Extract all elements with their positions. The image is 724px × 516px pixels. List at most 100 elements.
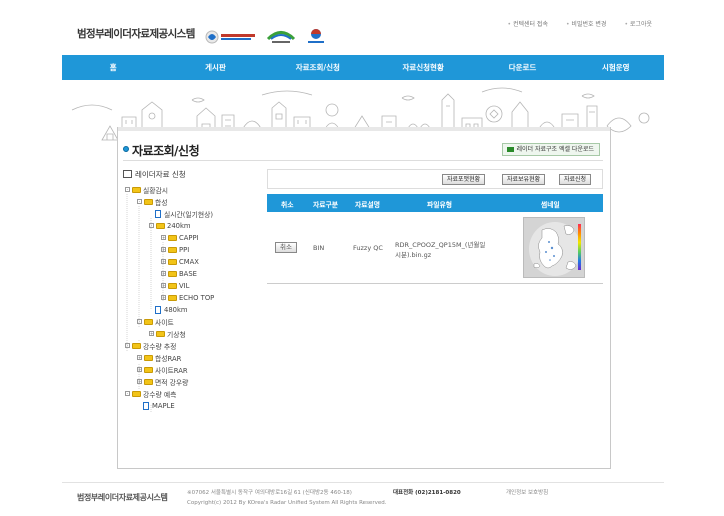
nav-item-download[interactable]: 다운로드	[477, 62, 567, 73]
tree-node-area-rainfall[interactable]: + 면적 강우량	[137, 377, 189, 387]
tree-node-cmax[interactable]: + CMAX	[161, 257, 199, 266]
folder-icon	[144, 354, 153, 361]
agency-logo-3-icon	[308, 29, 324, 43]
tree-node-echo-top[interactable]: + ECHO TOP	[161, 293, 214, 302]
korea-map-thumbnail-image	[529, 222, 581, 276]
tree-expand-icon[interactable]: +	[161, 295, 166, 300]
tree-expand-icon[interactable]: +	[149, 331, 154, 336]
tree-expand-icon[interactable]: +	[161, 235, 166, 240]
color-scale-bar	[578, 224, 581, 270]
page-title: 자료조회/신청	[132, 144, 200, 158]
struct-excel-download-button[interactable]: 레이더 자료구조 엑셀 다운로드	[501, 143, 600, 156]
tree-expand-icon[interactable]: +	[161, 271, 166, 276]
util-link-contact[interactable]: 컨텍센터 접속	[507, 19, 548, 28]
agency-logo-2[interactable]	[266, 28, 296, 46]
footer-site-title: 범정부레이더자료제공시스템	[77, 493, 168, 502]
tree-node-label: 실황감시	[143, 186, 169, 195]
tree-node-base[interactable]: + BASE	[161, 269, 197, 278]
util-link-logout[interactable]: 로그아웃	[624, 19, 652, 28]
data-request-button[interactable]: 자료신청	[559, 174, 592, 185]
tree-node-label: 480km	[164, 305, 188, 314]
tree-node-label: BASE	[179, 269, 197, 278]
tree-heading: 레이더자료 신청	[123, 169, 186, 180]
folder-icon	[144, 198, 153, 205]
tree-expand-icon[interactable]: +	[137, 379, 142, 384]
holding-status-button[interactable]: 자료보유현황	[502, 174, 546, 185]
tree-node-label: 합성RAR	[155, 354, 182, 363]
tree-expand-icon[interactable]: +	[161, 247, 166, 252]
table-row: 취소 BIN Fuzzy QC RDR_CPOOZ_QP15M_(년월일 시분)…	[267, 212, 603, 284]
tree-node-cappi[interactable]: + CAPPI	[161, 233, 199, 242]
footer-copyright: Copyright(c) 2012 By KOrea's Radar Unifi…	[187, 500, 387, 506]
tree-expand-icon[interactable]: -	[149, 223, 154, 228]
site-title[interactable]: 범정부레이더자료제공시스템	[77, 26, 195, 41]
folder-icon	[168, 234, 177, 241]
folder-icon	[168, 282, 177, 289]
folder-icon	[132, 186, 141, 193]
tree-node-kma[interactable]: + 기상청	[149, 329, 186, 339]
tree-expand-icon[interactable]: +	[137, 355, 142, 360]
cell-desc: Fuzzy QC	[353, 244, 383, 252]
tree-node-label: 강수량 추정	[143, 342, 177, 351]
document-icon	[155, 209, 161, 218]
nav-item-test-operation[interactable]: 시험운영	[568, 62, 664, 73]
document-icon	[155, 305, 161, 314]
tree-node-site-rar[interactable]: + 사이트RAR	[137, 365, 188, 375]
tree-node-240km[interactable]: - 240km	[149, 221, 191, 230]
tree-node-ppi[interactable]: + PPI	[161, 245, 189, 254]
excel-icon	[506, 147, 514, 152]
tree-node-realtime[interactable]: 실시간(일기현상)	[155, 209, 213, 219]
title-divider	[123, 160, 603, 161]
tree-node-live-monitoring[interactable]: - 실황감시	[125, 185, 169, 195]
cell-filetype-line1: RDR_CPOOZ_QP15M_(년월일	[395, 241, 486, 249]
tree-node-480km[interactable]: 480km	[155, 305, 188, 314]
agency-logo-3[interactable]	[305, 28, 327, 46]
cancel-button[interactable]: 취소	[275, 242, 297, 253]
tree-node-label: VIL	[179, 281, 190, 290]
tree-expand-icon[interactable]: -	[125, 187, 130, 192]
col-header-cancel: 취소	[281, 201, 294, 209]
tree-node-label: CAPPI	[179, 233, 199, 242]
folder-icon	[132, 342, 141, 349]
tree-node-precip-forecast[interactable]: - 강수량 예측	[125, 389, 177, 399]
agency-logo-2-icon	[266, 31, 296, 43]
tree-expand-icon[interactable]: -	[125, 391, 130, 396]
nav-item-request-status[interactable]: 자료신청현황	[369, 62, 477, 73]
utility-links: 컨텍센터 접속 비밀번호 변경 로그아웃	[507, 19, 652, 28]
tree-expand-icon[interactable]: +	[161, 259, 166, 264]
nav-item-board[interactable]: 게시판	[164, 62, 266, 73]
tree-node-composite[interactable]: - 합성	[137, 197, 168, 207]
nav-item-data-request[interactable]: 자료조회/신청	[267, 62, 369, 73]
col-header-thumbnail: 썸네일	[541, 201, 560, 209]
format-status-button[interactable]: 자료포맷현황	[442, 174, 486, 185]
cell-kind: BIN	[313, 244, 325, 252]
util-link-password[interactable]: 비밀번호 변경	[566, 19, 606, 28]
tree-node-label: 면적 강우량	[155, 378, 189, 387]
agency-logo-1[interactable]	[205, 28, 257, 46]
tree-node-label: ECHO TOP	[179, 293, 215, 302]
nav-item-home[interactable]: 홈	[62, 62, 164, 73]
tree-expand-icon[interactable]: +	[137, 367, 142, 372]
tree-node-site[interactable]: - 사이트	[137, 317, 174, 327]
tree-node-precip-estimate[interactable]: - 강수량 추정	[125, 341, 177, 351]
tree-node-label: 합성	[155, 198, 168, 207]
col-header-filetype: 파일유형	[427, 201, 453, 209]
tree-node-maple[interactable]: MAPLE	[143, 401, 175, 410]
radar-thumbnail[interactable]	[523, 217, 585, 278]
tree-expand-icon[interactable]: -	[137, 199, 142, 204]
action-bar: 자료포맷현황 자료보유현황 자료신청	[267, 169, 603, 189]
tree-node-composite-rar[interactable]: + 합성RAR	[137, 353, 182, 363]
tree-heading-label: 레이더자료 신청	[135, 170, 186, 179]
tree-node-label: 강수량 예측	[143, 390, 177, 399]
folder-icon	[132, 390, 141, 397]
tree-node-vil[interactable]: + VIL	[161, 281, 189, 290]
tree-expand-icon[interactable]: -	[125, 343, 130, 348]
tree-expand-icon[interactable]: +	[161, 283, 166, 288]
col-header-kind: 자료구분	[313, 201, 339, 209]
tree-node-label: CMAX	[179, 257, 199, 266]
folder-icon	[156, 330, 165, 337]
folder-icon	[168, 246, 177, 253]
footer-privacy-link[interactable]: 개인정보 보호방침	[506, 488, 548, 496]
tree-node-label: MAPLE	[152, 401, 175, 410]
tree-expand-icon[interactable]: -	[137, 319, 142, 324]
